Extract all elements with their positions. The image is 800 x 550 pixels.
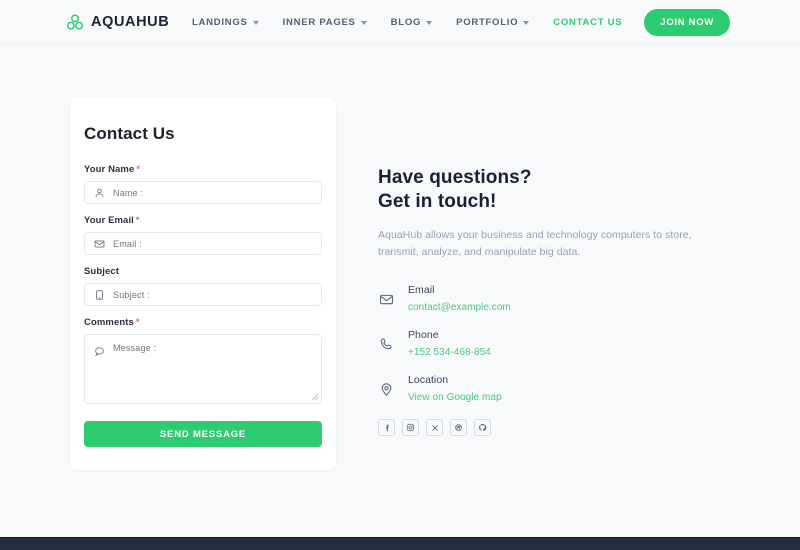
nav-item-landings[interactable]: LANDINGS	[180, 17, 271, 28]
label-text: Comments	[84, 317, 134, 328]
page-title: Contact Us	[84, 124, 175, 143]
nav-label: PORTFOLIO	[456, 16, 519, 28]
contact-info-panel: Have questions? Get in touch! AquaHub al…	[378, 166, 748, 436]
message-textarea-wrapper[interactable]	[84, 334, 322, 404]
subject-input-wrapper[interactable]	[84, 283, 322, 306]
contact-label: Email	[408, 284, 435, 296]
contact-page: AQUAHUB LANDINGS INNER PAGES BLOG PORTFO…	[0, 0, 800, 550]
contact-label: Phone	[408, 329, 439, 341]
subject-input[interactable]	[85, 284, 321, 305]
main-navigation: LANDINGS INNER PAGES BLOG PORTFOLIO CONT…	[180, 0, 730, 44]
name-input-wrapper[interactable]	[84, 181, 322, 204]
contact-value-email[interactable]: contact@example.com	[408, 302, 511, 313]
dribbble-icon[interactable]	[450, 419, 467, 436]
label-text: Your Email	[84, 215, 134, 226]
github-icon[interactable]	[474, 419, 491, 436]
field-comments: Comments *	[84, 317, 322, 404]
instagram-icon[interactable]	[402, 419, 419, 436]
chevron-down-icon	[523, 20, 530, 25]
required-marker: *	[136, 164, 140, 174]
heading-line-2: Get in touch!	[378, 191, 497, 212]
three-circles-logo-icon	[66, 13, 84, 31]
email-input[interactable]	[85, 233, 321, 254]
nav-item-contact-us[interactable]: CONTACT US	[541, 17, 634, 28]
contact-value-location[interactable]: View on Google map	[408, 392, 502, 403]
x-twitter-icon[interactable]	[426, 419, 443, 436]
envelope-icon	[378, 291, 394, 307]
contact-heading: Have questions? Get in touch!	[378, 166, 748, 214]
brand-name: AQUAHUB	[91, 14, 170, 30]
label-text: Subject	[84, 266, 120, 277]
required-marker: *	[135, 215, 140, 225]
label-your-email: Your Email *	[84, 215, 322, 226]
message-textarea[interactable]	[85, 335, 321, 403]
contact-row-email: Email contact@example.com	[378, 283, 748, 315]
label-subject: Subject	[84, 266, 322, 277]
nav-label: INNER PAGES	[282, 16, 356, 28]
chevron-down-icon	[360, 20, 367, 25]
phone-icon	[378, 336, 394, 352]
chevron-down-icon	[426, 20, 433, 25]
contact-details-list: Email contact@example.com Phone +152 534…	[378, 283, 748, 405]
brand-logo[interactable]: AQUAHUB	[66, 0, 169, 44]
chat-bubble-icon	[94, 346, 105, 357]
name-input[interactable]	[85, 182, 321, 203]
contact-value-phone[interactable]: +152 534-468-854	[408, 347, 491, 358]
nav-label: CONTACT US	[553, 16, 623, 28]
field-your-email: Your Email *	[84, 215, 322, 255]
label-comments: Comments *	[84, 317, 322, 328]
label-your-name: Your Name *	[84, 164, 322, 175]
envelope-icon	[94, 238, 105, 249]
nav-item-blog[interactable]: BLOG	[379, 17, 444, 28]
contact-label: Location	[408, 374, 449, 386]
nav-item-inner-pages[interactable]: INNER PAGES	[271, 17, 379, 28]
send-message-button[interactable]: SEND MESSAGE	[84, 421, 322, 447]
chevron-down-icon	[252, 20, 259, 25]
contact-form-card: Contact Us Your Name* Your Email*	[70, 98, 336, 470]
site-footer	[0, 537, 800, 550]
note-icon	[94, 289, 105, 300]
social-links	[378, 419, 748, 436]
heading-line-1: Have questions?	[378, 167, 532, 188]
nav-label: BLOG	[390, 16, 422, 28]
field-subject: Subject	[84, 266, 322, 306]
contact-description: AquaHub allows your business and technol…	[378, 229, 692, 258]
facebook-icon[interactable]	[378, 419, 395, 436]
required-marker: *	[135, 317, 140, 327]
join-now-button[interactable]: JOIN NOW	[644, 8, 730, 36]
nav-label: LANDINGS	[192, 16, 248, 28]
contact-row-phone: Phone +152 534-468-854	[378, 328, 748, 360]
contact-row-location: Location View on Google map	[378, 373, 748, 405]
location-pin-icon	[378, 381, 394, 397]
user-icon	[94, 187, 105, 198]
field-your-name: Your Name *	[84, 164, 322, 204]
nav-item-portfolio[interactable]: PORTFOLIO	[444, 17, 541, 28]
email-input-wrapper[interactable]	[84, 232, 322, 255]
site-header: AQUAHUB LANDINGS INNER PAGES BLOG PORTFO…	[0, 0, 800, 44]
label-text: Your Name	[84, 164, 135, 175]
